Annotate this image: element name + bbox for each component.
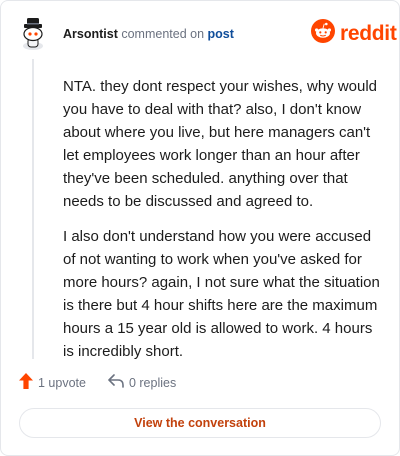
username-link[interactable]: Arsontist [63,27,118,41]
comment-actions: 1 upvote 0 replies [19,373,176,392]
comment-paragraph: NTA. they dont respect your wishes, why … [63,78,378,210]
reddit-logo-icon [311,19,335,48]
avatar[interactable] [15,15,51,51]
comment-paragraph: I also don't understand how you were acc… [63,228,380,360]
comment-header: Arsontist commented on post [63,27,234,41]
post-link[interactable]: post [208,27,234,41]
view-conversation-button[interactable]: View the conversation [19,408,381,438]
replies-count: 0 replies [128,375,177,390]
replies-button[interactable]: 0 replies [108,374,176,391]
reddit-brand[interactable]: reddit [311,19,397,48]
action-text: commented on [121,27,205,41]
comment-body: NTA. they dont respect your wishes, why … [63,75,385,375]
brand-wordmark: reddit [340,21,397,45]
thread-line [32,59,34,359]
upvote-button[interactable]: 1 upvote [19,373,86,392]
reply-arrow-icon [108,374,124,391]
upvote-arrow-icon [19,373,33,392]
comment-card: Arsontist commented on post reddit NTA. … [0,0,400,456]
upvote-count: 1 upvote [38,375,86,390]
